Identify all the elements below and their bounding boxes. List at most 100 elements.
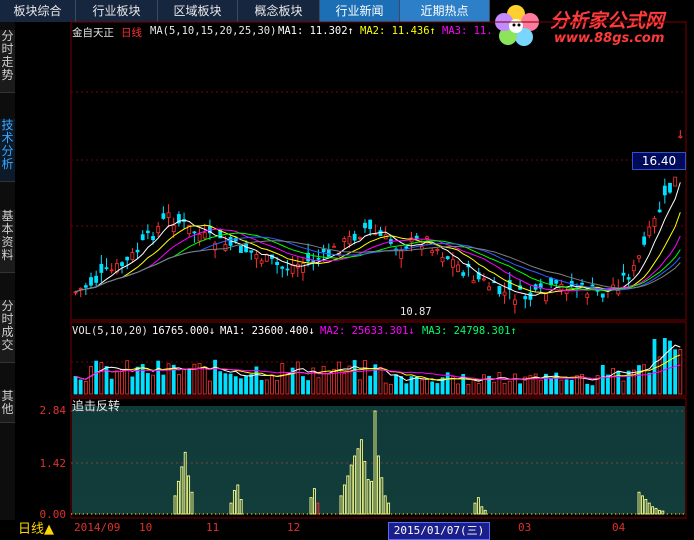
price-panel-frame: [70, 21, 687, 321]
candle-body: [642, 236, 647, 245]
ma2-readout: MA2: 11.436↑: [360, 25, 436, 37]
candle-body: [301, 263, 305, 273]
candle-body: [94, 275, 99, 283]
candle-body: [430, 250, 435, 254]
volume-bar: [140, 364, 145, 395]
volume-bar: [564, 379, 569, 395]
volume-bar: [326, 373, 331, 395]
volume-bar: [616, 370, 621, 395]
candle-body: [435, 248, 440, 251]
volume-bar: [394, 374, 398, 395]
candle-body: [626, 277, 631, 280]
vol-ma1: MA1: 23600.400↓: [220, 325, 315, 337]
volume-bar: [662, 338, 667, 395]
volume-bar: [492, 381, 497, 395]
candle-body: [249, 250, 254, 253]
ma-line-6: [75, 240, 681, 293]
date-tick-dec: 12: [287, 521, 301, 534]
ind-tick-top: 2.84: [39, 404, 67, 417]
candle-body: [585, 293, 590, 298]
candle-body: [652, 217, 657, 227]
candle-body: [631, 264, 636, 272]
candle-body: [600, 293, 605, 298]
volume-bar: [357, 379, 362, 395]
volume-bar: [89, 366, 93, 395]
volume-bar: [471, 379, 476, 395]
candle-body: [513, 299, 517, 305]
volume-bar: [347, 365, 352, 395]
candle-body: [502, 291, 507, 296]
volume-bar: [388, 383, 393, 395]
date-tick-mar: 03: [518, 521, 532, 534]
volume-bar: [285, 372, 290, 395]
candle-body: [280, 266, 285, 269]
volume-bar: [631, 369, 636, 395]
candle-body: [404, 246, 409, 249]
candle-body: [135, 249, 140, 253]
candle-body: [399, 250, 404, 259]
candle-body: [140, 234, 145, 241]
volume-ma-1: [75, 344, 681, 382]
candle-body: [425, 236, 429, 239]
candle-body: [342, 238, 347, 242]
candle-body: [130, 252, 135, 260]
volume-bar: [549, 378, 553, 395]
volume-bar: [270, 374, 274, 395]
period-switch-button[interactable]: 日线▲: [0, 520, 72, 540]
volume-bar: [611, 367, 616, 395]
candle-body: [321, 248, 326, 253]
volume-bar: [233, 376, 238, 395]
date-tick-nov: 11: [206, 521, 220, 534]
candle-body: [590, 284, 595, 287]
candle-body: [647, 226, 652, 237]
volume-bar: [600, 364, 605, 395]
stock-chart[interactable]: [0, 0, 694, 540]
volume-bar: [363, 360, 367, 395]
candle-body: [145, 230, 150, 234]
candle-body: [450, 259, 455, 268]
candle-body: [487, 286, 491, 291]
candle-body: [347, 236, 352, 245]
volume-bar: [637, 365, 641, 395]
volume-bar: [626, 370, 631, 395]
candle-body: [125, 256, 130, 261]
candle-body: [673, 176, 678, 187]
volume-bar: [218, 371, 223, 395]
volume-bar: [275, 379, 280, 395]
candle-body: [621, 272, 626, 276]
candle-body: [192, 231, 197, 234]
candle-body: [78, 287, 83, 290]
volume-bar: [176, 374, 181, 395]
ind-tick-mid: 1.42: [39, 457, 67, 470]
volume-bar: [404, 383, 409, 395]
vol-label: VOL(5,10,20): [72, 325, 148, 337]
volume-bar: [652, 339, 657, 395]
volume-bar: [135, 366, 140, 395]
volume-bar: [125, 360, 130, 395]
candle-body: [171, 224, 176, 233]
volume-bar: [228, 373, 233, 395]
volume-bar: [678, 349, 683, 395]
candle-body: [99, 263, 104, 273]
candle-body: [275, 261, 280, 265]
volume-bar: [430, 381, 435, 395]
candle-body: [528, 292, 533, 300]
ma1-readout: MA1: 11.302↑: [278, 25, 354, 37]
candle-body: [311, 260, 316, 264]
candle-body: [678, 135, 683, 138]
candle-body: [202, 232, 207, 239]
volume-bar: [445, 372, 450, 395]
volume-bar: [657, 356, 662, 395]
volume-bar: [507, 380, 512, 395]
volume-bar: [383, 382, 388, 395]
volume-bar: [342, 372, 347, 395]
volume-bar: [145, 373, 150, 395]
low-price-mark: 10.87: [400, 306, 432, 318]
volume-bar: [569, 379, 574, 395]
volume-bar: [425, 378, 429, 395]
volume-bar: [435, 383, 440, 395]
candle-body: [471, 280, 476, 284]
vol-ma3: MA3: 24798.301↑: [422, 325, 517, 337]
candle-body: [104, 267, 109, 270]
volume-bar: [156, 360, 161, 395]
